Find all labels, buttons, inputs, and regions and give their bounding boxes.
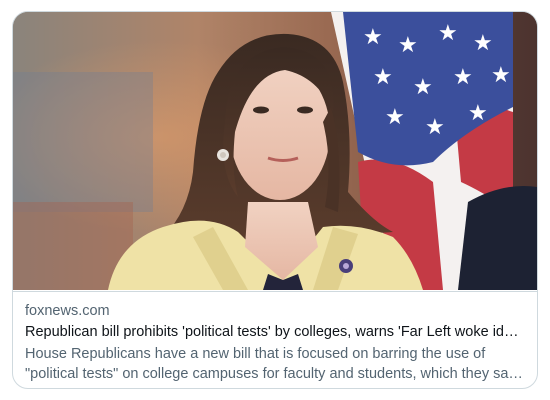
svg-text:★: ★ — [425, 115, 445, 140]
news-photo-woman-with-american-flag: ★ ★ ★ ★ ★ ★ ★ ★ ★ ★ ★ — [13, 12, 537, 290]
svg-text:★: ★ — [373, 65, 393, 90]
link-preview-card[interactable]: ★ ★ ★ ★ ★ ★ ★ ★ ★ ★ ★ foxnews.com Republ… — [12, 11, 538, 389]
link-preview-image[interactable]: ★ ★ ★ ★ ★ ★ ★ ★ ★ ★ ★ — [13, 12, 537, 290]
link-preview-text[interactable]: foxnews.com Republican bill prohibits 'p… — [13, 291, 537, 384]
svg-text:★: ★ — [398, 33, 418, 58]
svg-text:★: ★ — [468, 101, 488, 126]
link-description: House Republicans have a new bill that i… — [25, 346, 516, 382]
svg-text:★: ★ — [491, 63, 511, 88]
svg-text:★: ★ — [385, 105, 405, 130]
svg-text:★: ★ — [473, 31, 493, 56]
svg-text:★: ★ — [453, 65, 473, 90]
svg-text:★: ★ — [363, 25, 383, 50]
svg-text:★: ★ — [438, 21, 458, 46]
svg-text:★: ★ — [413, 75, 433, 100]
link-domain: foxnews.com — [25, 303, 110, 319]
link-title: Republican bill prohibits 'political tes… — [25, 324, 525, 340]
